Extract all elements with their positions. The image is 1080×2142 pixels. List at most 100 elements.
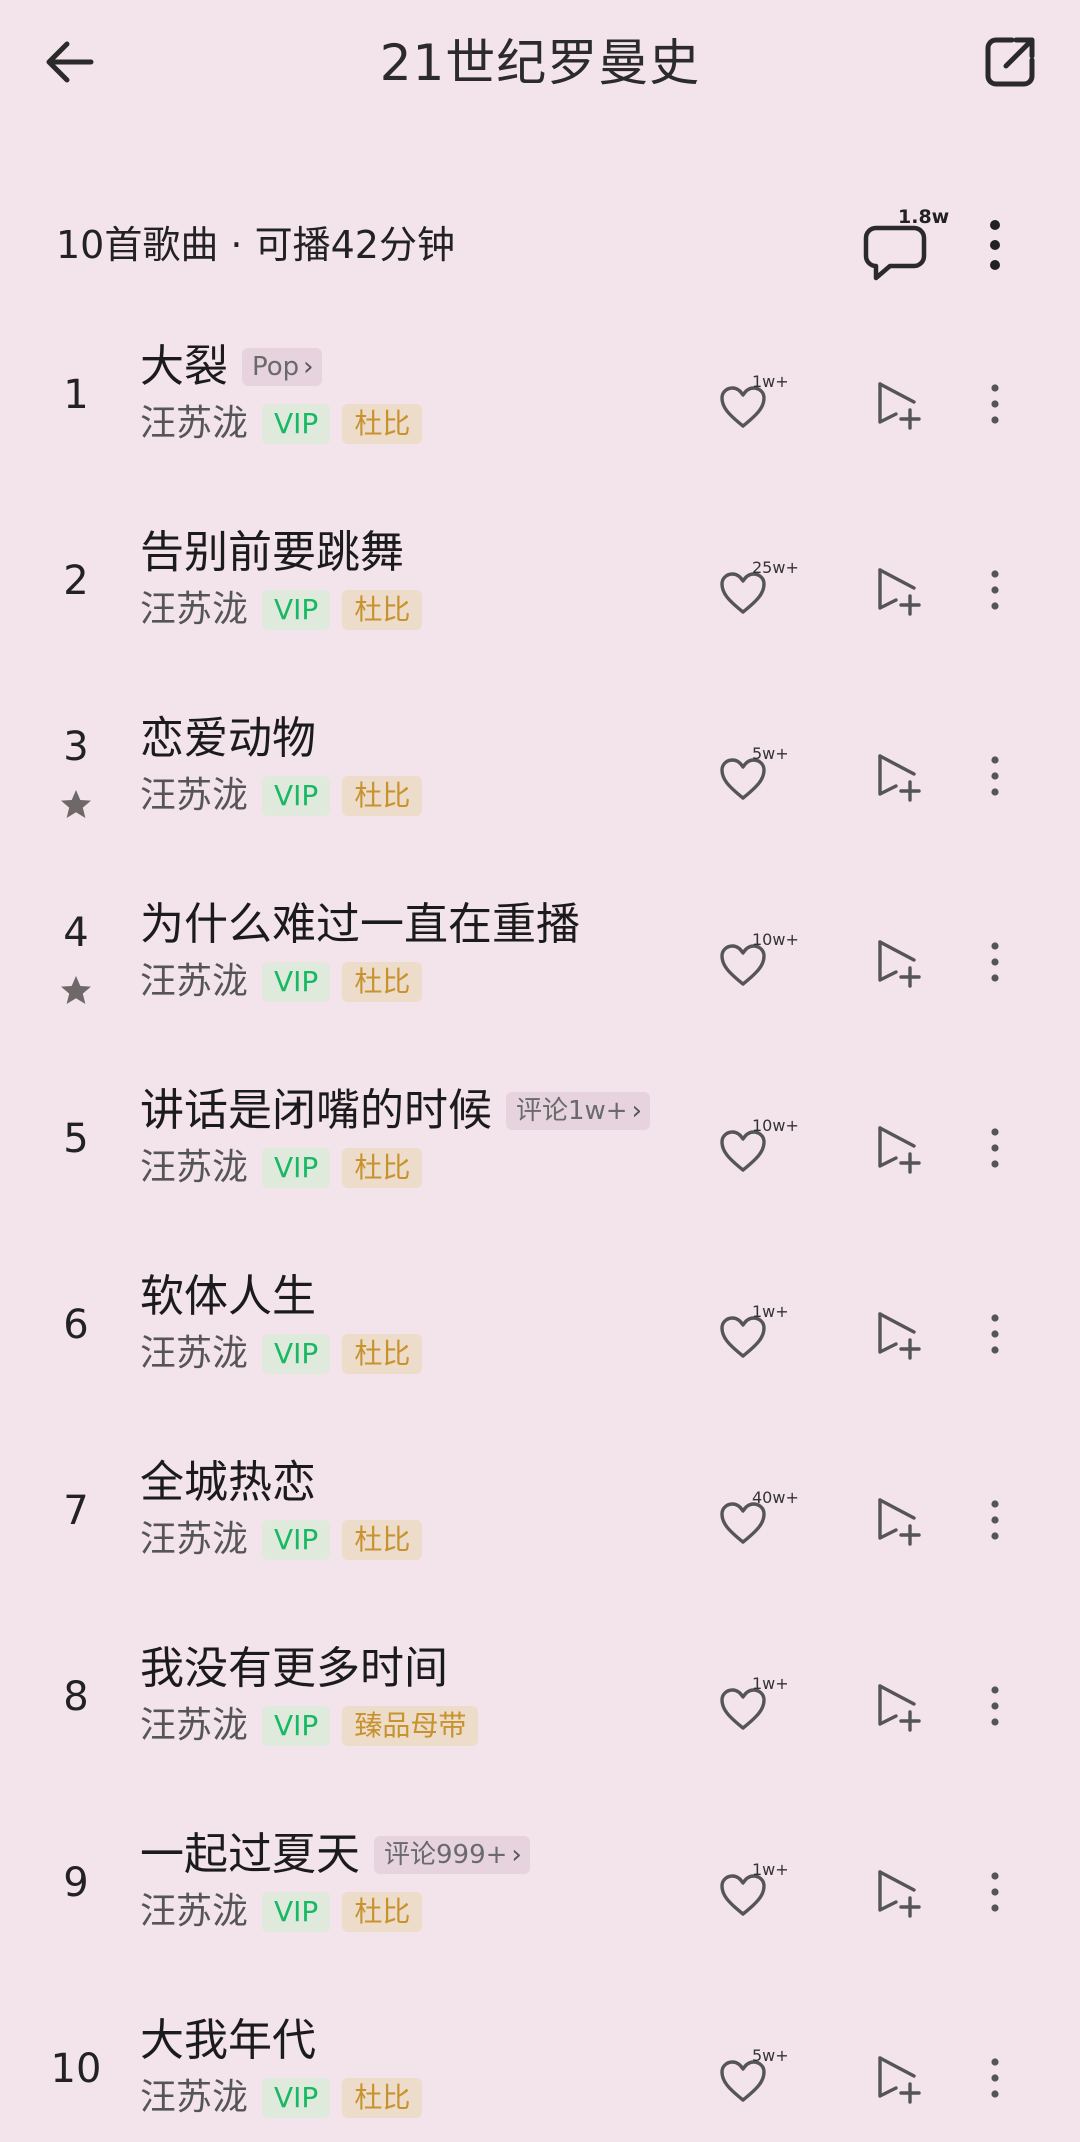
song-meta: 汪苏泷 VIP 杜比 (140, 1888, 423, 1936)
add-to-playlist-icon (878, 1498, 921, 1546)
song-title-line: 恋爱动物 (140, 710, 316, 768)
add-to-playlist-button[interactable] (872, 1492, 928, 1548)
like-button[interactable]: 25w+ (714, 554, 804, 624)
song-title-line: 大我年代 (140, 2012, 316, 2070)
song-tag[interactable]: 评论1w+ › (506, 1092, 650, 1130)
song-row[interactable]: 5 讲话是闭嘴的时候 评论1w+ › 汪苏泷 VIP 杜比 10w+ (0, 1062, 1080, 1248)
song-more-button[interactable] (980, 2048, 1010, 2108)
track-number: 9 (63, 1860, 89, 1906)
add-to-playlist-button[interactable] (872, 748, 928, 804)
add-to-playlist-button[interactable] (872, 1120, 928, 1176)
song-row[interactable]: 8 我没有更多时间 汪苏泷 VIP 臻品母带 1w+ (0, 1620, 1080, 1806)
song-row[interactable]: 9 一起过夏天 评论999+ › 汪苏泷 VIP 杜比 1w+ (0, 1806, 1080, 1992)
song-title: 讲话是闭嘴的时候 (140, 1085, 492, 1136)
like-count: 1w+ (752, 1674, 789, 1693)
like-button[interactable]: 1w+ (714, 1670, 804, 1740)
song-title-line: 告别前要跳舞 (140, 524, 404, 582)
song-row[interactable]: 2 告别前要跳舞 汪苏泷 VIP 杜比 25w+ (0, 504, 1080, 690)
artist-name: 汪苏泷 (140, 589, 249, 630)
song-title-line: 为什么难过一直在重播 (140, 896, 580, 954)
song-row[interactable]: 3 恋爱动物 汪苏泷 VIP 杜比 5w+ (0, 690, 1080, 876)
song-row[interactable]: 10 大我年代 汪苏泷 VIP 杜比 5w+ (0, 1992, 1080, 2142)
artist-name: 汪苏泷 (140, 1147, 249, 1188)
song-title: 全城热恋 (140, 1457, 316, 1508)
track-number: 2 (63, 558, 89, 604)
like-count: 1w+ (752, 372, 789, 391)
add-to-playlist-button[interactable] (872, 2050, 928, 2106)
add-to-playlist-button[interactable] (872, 934, 928, 990)
more-vertical-icon (991, 2058, 999, 2098)
add-to-playlist-button[interactable] (872, 1864, 928, 1920)
track-number: 3 (63, 724, 89, 770)
add-to-playlist-icon (878, 1870, 921, 1918)
song-meta: 汪苏泷 VIP 臻品母带 (140, 1702, 479, 1750)
song-meta: 汪苏泷 VIP 杜比 (140, 1144, 423, 1192)
song-tag[interactable]: Pop › (242, 348, 322, 386)
vip-badge: VIP (262, 1334, 331, 1374)
like-button[interactable]: 10w+ (714, 1112, 804, 1182)
song-row[interactable]: 7 全城热恋 汪苏泷 VIP 杜比 40w+ (0, 1434, 1080, 1620)
song-more-button[interactable] (980, 1862, 1010, 1922)
add-to-playlist-icon (878, 754, 921, 802)
song-more-button[interactable] (980, 1676, 1010, 1736)
add-to-playlist-icon (878, 940, 921, 988)
song-more-button[interactable] (980, 932, 1010, 992)
more-vertical-icon (990, 220, 1000, 270)
share-button[interactable] (980, 32, 1040, 92)
like-count: 10w+ (752, 930, 799, 949)
song-row[interactable]: 4 为什么难过一直在重播 汪苏泷 VIP 杜比 10w+ (0, 876, 1080, 1062)
add-to-playlist-icon (878, 1126, 921, 1174)
song-more-button[interactable] (980, 1118, 1010, 1178)
add-to-playlist-button[interactable] (872, 376, 928, 432)
song-more-button[interactable] (980, 560, 1010, 620)
more-options-button[interactable] (975, 210, 1015, 280)
track-number: 4 (63, 910, 89, 956)
like-button[interactable]: 1w+ (714, 1298, 804, 1368)
song-meta: 汪苏泷 VIP 杜比 (140, 1330, 423, 1378)
quality-badge: 杜比 (342, 404, 423, 444)
track-number: 1 (63, 372, 89, 418)
quality-badge: 杜比 (342, 1892, 423, 1932)
more-vertical-icon (991, 1500, 999, 1540)
like-count: 1w+ (752, 1302, 789, 1321)
like-count: 40w+ (752, 1488, 799, 1507)
song-meta: 汪苏泷 VIP 杜比 (140, 772, 423, 820)
like-button[interactable]: 40w+ (714, 1484, 804, 1554)
track-number: 6 (63, 1302, 89, 1348)
song-title-line: 软体人生 (140, 1268, 316, 1326)
add-to-playlist-button[interactable] (872, 1678, 928, 1734)
song-more-button[interactable] (980, 1490, 1010, 1550)
song-row[interactable]: 6 软体人生 汪苏泷 VIP 杜比 1w+ (0, 1248, 1080, 1434)
more-vertical-icon (991, 384, 999, 424)
more-vertical-icon (991, 756, 999, 796)
like-button[interactable]: 10w+ (714, 926, 804, 996)
comment-count: 1.8w (898, 206, 950, 228)
song-tag[interactable]: 评论999+ › (374, 1836, 530, 1874)
like-button[interactable]: 1w+ (714, 368, 804, 438)
like-button[interactable]: 1w+ (714, 1856, 804, 1926)
vip-badge: VIP (262, 1148, 331, 1188)
song-title: 一起过夏天 (140, 1829, 360, 1880)
song-more-button[interactable] (980, 374, 1010, 434)
song-meta: 汪苏泷 VIP 杜比 (140, 958, 423, 1006)
song-row[interactable]: 1 大裂 Pop › 汪苏泷 VIP 杜比 1w+ (0, 318, 1080, 504)
vip-badge: VIP (262, 404, 331, 444)
song-more-button[interactable] (980, 1304, 1010, 1364)
song-title: 我没有更多时间 (140, 1643, 448, 1694)
quality-badge: 杜比 (342, 776, 423, 816)
add-to-playlist-button[interactable] (872, 562, 928, 618)
like-count: 5w+ (752, 744, 789, 763)
add-to-playlist-button[interactable] (872, 1306, 928, 1362)
track-number: 10 (50, 2046, 102, 2092)
like-button[interactable]: 5w+ (714, 740, 804, 810)
vip-badge: VIP (262, 776, 331, 816)
top-bar: 21世纪罗曼史 (0, 0, 1080, 130)
add-to-playlist-icon (878, 568, 921, 616)
comments-button[interactable]: 1.8w (860, 206, 960, 286)
song-meta: 汪苏泷 VIP 杜比 (140, 2074, 423, 2122)
playlist-summary: 10首歌曲 · 可播42分钟 1.8w (0, 200, 1080, 290)
quality-badge: 杜比 (342, 962, 423, 1002)
like-button[interactable]: 5w+ (714, 2042, 804, 2112)
quality-badge: 臻品母带 (342, 1706, 479, 1746)
song-more-button[interactable] (980, 746, 1010, 806)
